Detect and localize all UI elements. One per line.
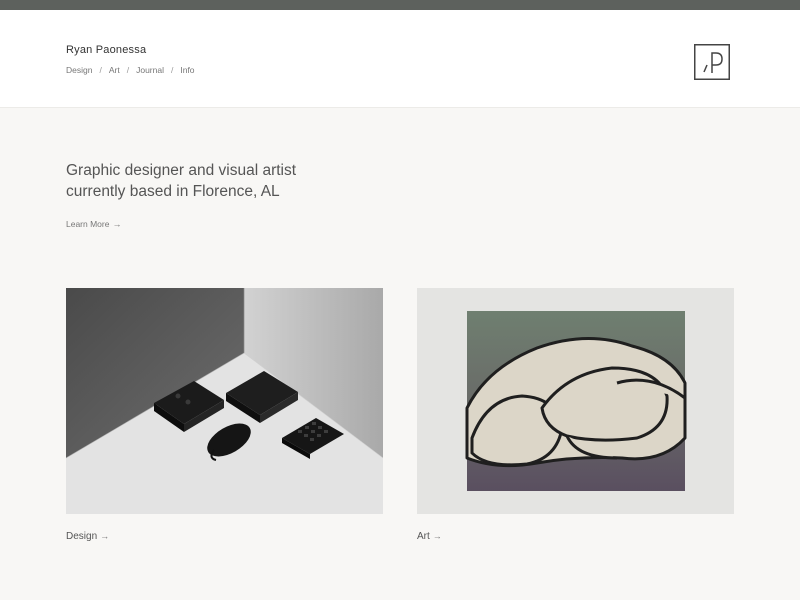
site-title[interactable]: Ryan Paonessa [66,44,146,56]
nav-item-info[interactable]: Info [180,65,194,75]
nav-item-art[interactable]: Art [109,65,120,75]
top-accent-bar [0,0,800,10]
art-card-link[interactable]: Art → [417,531,442,542]
learn-more-link[interactable]: Learn More → [66,219,121,229]
main-nav: Design / Art / Journal / Info [66,65,195,75]
art-card-label: Art [417,531,430,542]
hero-intro: Graphic designer and visual artist curre… [66,160,366,202]
site-header: Ryan Paonessa Design / Art / Journal / Info [0,10,800,108]
art-card-image[interactable] [417,288,734,514]
design-card-label: Design [66,531,98,542]
hero-line-2: currently based in Florence, AL [66,183,280,200]
site-logo-icon[interactable] [694,44,730,80]
arrow-right-icon: → [112,219,122,229]
nav-item-design[interactable]: Design [66,65,92,75]
design-card-image[interactable] [66,288,383,514]
design-card-link[interactable]: Design → [66,531,109,542]
nav-separator: / [99,65,102,75]
arrow-right-icon: → [432,531,442,541]
learn-more-label: Learn More [66,219,110,229]
nav-item-journal[interactable]: Journal [136,65,164,75]
hero-line-1: Graphic designer and visual artist [66,162,297,179]
nav-separator: / [170,65,174,75]
nav-separator: / [126,65,130,75]
arrow-right-icon: → [100,531,110,541]
